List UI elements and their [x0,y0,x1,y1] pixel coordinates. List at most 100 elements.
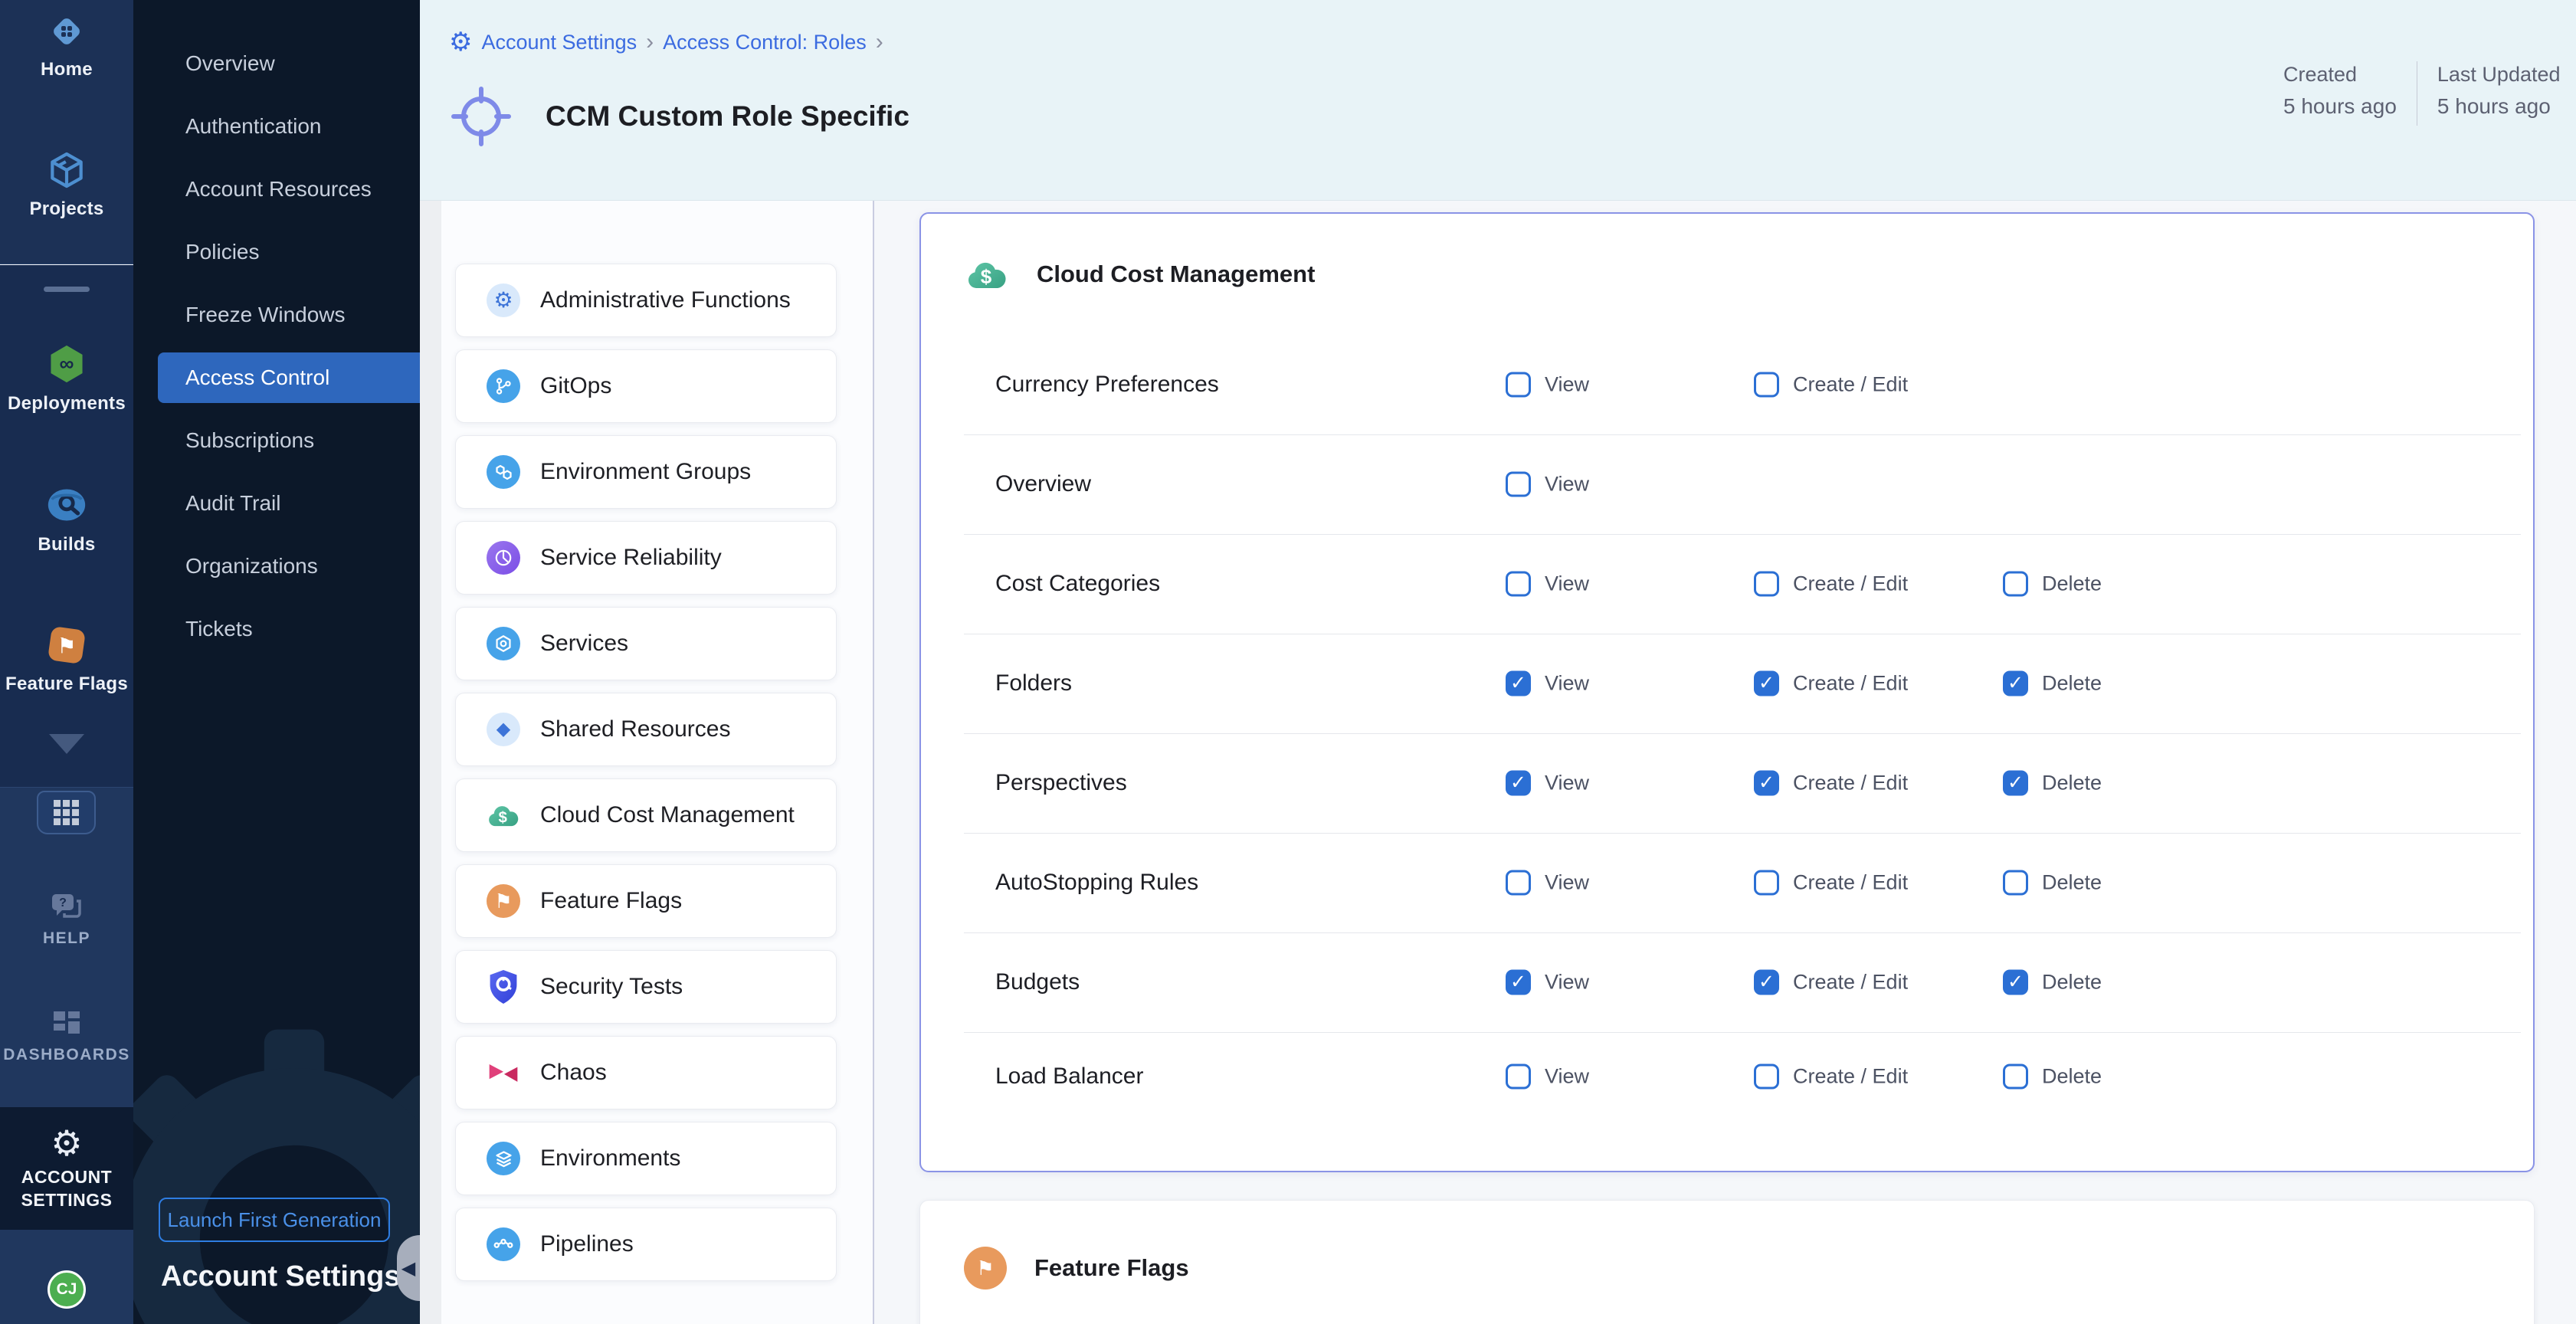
checkbox-checked[interactable]: ✓ [1506,671,1531,696]
resource-card-services[interactable]: Services [455,607,837,680]
permission-currency-preferences-view[interactable]: View [1506,372,1589,398]
checkbox-checked[interactable]: ✓ [1754,970,1779,995]
checkbox-unchecked[interactable] [1754,870,1779,896]
permission-autostopping-rules-view[interactable]: View [1506,870,1589,896]
checkbox-unchecked[interactable] [2003,1064,2028,1090]
permission-perspectives-create-edit[interactable]: ✓ Create / Edit [1754,771,1908,796]
checkbox-checked[interactable]: ✓ [1506,970,1531,995]
checkbox-unchecked[interactable] [2003,572,2028,597]
checkbox-checked[interactable]: ✓ [2003,771,2028,796]
resource-card-environments[interactable]: Environments [455,1122,837,1195]
permission-autostopping-rules-delete[interactable]: Delete [2003,870,2102,896]
permission-row-overview: OverviewView [921,434,2533,534]
sidebar-item-organizations[interactable]: Organizations [158,541,420,592]
permission-label: Create / Edit [1793,772,1908,795]
resource-card-administrative-functions[interactable]: ⚙Administrative Functions [455,264,837,337]
rail-item-dashboards[interactable]: DASHBOARDS [0,1008,133,1064]
checkbox-unchecked[interactable] [1754,1064,1779,1090]
rail-item-builds[interactable]: Builds [0,483,133,555]
resource-card-shared-resources[interactable]: ◆Shared Resources [455,693,837,766]
rail-item-home[interactable]: Home [0,11,133,80]
checkbox-unchecked[interactable] [1506,1064,1531,1090]
resource-card-chaos[interactable]: Chaos [455,1036,837,1109]
breadcrumb-access-control-roles[interactable]: Access Control: Roles [663,31,867,54]
permission-load-balancer-create-edit[interactable]: Create / Edit [1754,1064,1908,1090]
sidebar-item-tickets[interactable]: Tickets [158,604,420,654]
resource-card-environment-groups[interactable]: Environment Groups [455,435,837,509]
permission-row-label: Budgets [995,969,1080,995]
rail-item-account-settings-active[interactable]: ⚙ ACCOUNT SETTINGS [0,1107,133,1230]
permission-row-label: AutoStopping Rules [995,870,1198,896]
permission-cost-categories-create-edit[interactable]: Create / Edit [1754,572,1908,597]
sidebar-item-access-control[interactable]: Access Control [158,352,420,403]
permission-budgets-view[interactable]: ✓View [1506,970,1589,995]
breadcrumb-account-settings[interactable]: Account Settings [481,31,637,54]
rail-item-label: Home [41,59,93,80]
permission-row-label: Load Balancer [995,1063,1143,1090]
resource-card-gitops[interactable]: GitOps [455,349,837,423]
feature-flags-icon: ⚑ [964,1247,1007,1290]
launch-first-generation-button[interactable]: Launch First Generation [159,1198,390,1242]
permission-load-balancer-delete[interactable]: Delete [2003,1064,2102,1090]
resource-category-list: ⚙Administrative Functions GitOps Environme… [420,201,874,1324]
sidebar-item-account-resources[interactable]: Account Resources [158,164,420,215]
module-picker-button[interactable] [37,791,96,834]
sidebar-collapse-tab[interactable]: ◀ [397,1235,420,1301]
checkbox-unchecked[interactable] [1506,572,1531,597]
permission-row-label: Perspectives [995,770,1127,796]
permission-budgets-delete[interactable]: ✓ Delete [2003,970,2102,995]
resource-card-security-tests[interactable]: Security Tests [455,950,837,1024]
settings-sidebar: Overview Authentication Account Resources P… [133,0,420,1324]
permission-folders-create-edit[interactable]: ✓Create / Edit [1754,671,1908,696]
rail-item-help[interactable]: ? HELP [0,892,133,948]
permission-folders-delete[interactable]: ✓Delete [2003,671,2102,696]
checkbox-unchecked[interactable] [1754,372,1779,398]
permission-perspectives-view[interactable]: ✓ View [1506,771,1589,796]
sidebar-item-audit-trail[interactable]: Audit Trail [158,478,420,529]
permission-label: Delete [2042,971,2102,995]
sidebar-item-authentication[interactable]: Authentication [158,101,420,152]
permission-cost-categories-delete[interactable]: Delete [2003,572,2102,597]
user-avatar[interactable]: CJ [48,1270,86,1309]
permission-label: Create / Edit [1793,572,1908,596]
checkbox-checked[interactable]: ✓ [1506,771,1531,796]
checkbox-unchecked[interactable] [1754,572,1779,597]
sidebar-item-overview[interactable]: Overview [158,38,420,89]
projects-icon [45,149,88,192]
resource-card-feature-flags[interactable]: ⚑Feature Flags [455,864,837,938]
resource-card-label: Shared Resources [540,716,730,742]
checkbox-checked[interactable]: ✓ [1754,771,1779,796]
checkbox-unchecked[interactable] [1506,472,1531,497]
permission-perspectives-delete[interactable]: ✓Delete [2003,771,2102,796]
permission-row-load-balancer: Load Balancer View Create / Edit Delete [921,1032,2533,1173]
resource-card-pipelines[interactable]: Pipelines [455,1208,837,1281]
permission-load-balancer-view[interactable]: View [1506,1064,1589,1090]
permission-label: View [1545,572,1589,596]
sidebar-item-policies[interactable]: Policies [158,227,420,277]
checkbox-unchecked[interactable] [1506,870,1531,896]
rail-collapse-chevron[interactable] [0,734,133,754]
permission-row-perspectives: Perspectives ✓ View ✓ Create / Edit ✓Delete [921,733,2533,833]
checkbox-checked[interactable]: ✓ [2003,970,2028,995]
role-meta: Created 5 hours ago Last Updated 5 hours… [2283,61,2561,126]
sidebar-bottom-title: Account Settings [161,1260,400,1293]
permission-folders-view[interactable]: ✓View [1506,671,1589,696]
checkbox-checked[interactable]: ✓ [2003,671,2028,696]
checkbox-unchecked[interactable] [1506,372,1531,398]
sidebar-item-subscriptions[interactable]: Subscriptions [158,415,420,466]
permission-autostopping-rules-create-edit[interactable]: Create / Edit [1754,870,1908,896]
checkbox-checked[interactable]: ✓ [1754,671,1779,696]
rail-item-projects[interactable]: Projects [0,149,133,220]
resource-card-service-reliability[interactable]: Service Reliability [455,521,837,595]
breadcrumb-separator: › [646,29,654,55]
permission-label: View [1545,772,1589,795]
permission-currency-preferences-create-edit[interactable]: Create / Edit [1754,372,1908,398]
rail-item-feature-flags[interactable]: ⚑Feature Flags [0,624,133,695]
permission-budgets-create-edit[interactable]: ✓Create / Edit [1754,970,1908,995]
resource-card-cloud-cost-management[interactable]: $Cloud Cost Management [455,778,837,852]
checkbox-unchecked[interactable] [2003,870,2028,896]
permission-overview-view[interactable]: View [1506,472,1589,497]
sidebar-item-freeze-windows[interactable]: Freeze Windows [158,290,420,340]
rail-item-deployments[interactable]: ∞Deployments [0,342,133,415]
permission-cost-categories-view[interactable]: View [1506,572,1589,597]
